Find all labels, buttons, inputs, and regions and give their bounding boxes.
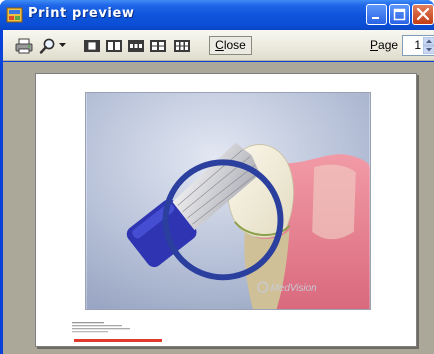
- magnifier-icon[interactable]: [39, 38, 57, 54]
- close-icon: [416, 7, 430, 21]
- preview-page: MedVision: [35, 73, 417, 347]
- three-pages-icon[interactable]: [127, 38, 145, 54]
- close-label-rest: lose: [223, 38, 246, 52]
- dropdown-arrow-icon[interactable]: [59, 43, 66, 48]
- maximize-icon: [393, 8, 406, 21]
- close-preview-button[interactable]: Close: [209, 36, 252, 55]
- window-title: Print preview: [28, 6, 135, 21]
- minimize-icon: [372, 17, 379, 19]
- four-pages-icon[interactable]: [149, 38, 167, 54]
- six-pages-icon[interactable]: [173, 38, 191, 54]
- print-preview-app-icon: [6, 7, 23, 23]
- red-accent-rule: [74, 339, 162, 342]
- dental-brushing-illustration: MedVision: [85, 92, 371, 310]
- caption-lines-graphic: [72, 322, 130, 333]
- watermark-text: MedVision: [271, 283, 317, 294]
- print-preview-window: Print preview Close Page 1 MedVision: [0, 0, 434, 354]
- preview-area[interactable]: MedVision: [3, 62, 434, 354]
- two-pages-icon[interactable]: [105, 38, 123, 54]
- page-label: Page: [370, 38, 398, 52]
- close-window-button[interactable]: [412, 4, 434, 25]
- spinner-arrows-icon[interactable]: [423, 37, 434, 54]
- title-bar[interactable]: Print preview: [0, 0, 434, 30]
- close-accelerator: C: [215, 38, 224, 52]
- page-accelerator: P: [370, 38, 379, 52]
- page-number-spinner[interactable]: 1: [402, 35, 434, 56]
- one-page-icon[interactable]: [83, 38, 101, 54]
- page-number-value[interactable]: 1: [414, 38, 421, 52]
- preview-toolbar: Close Page 1: [3, 30, 434, 61]
- printer-icon[interactable]: [15, 38, 33, 54]
- minimize-button[interactable]: [366, 4, 387, 25]
- maximize-button[interactable]: [389, 4, 410, 25]
- page-label-rest: age: [378, 38, 399, 52]
